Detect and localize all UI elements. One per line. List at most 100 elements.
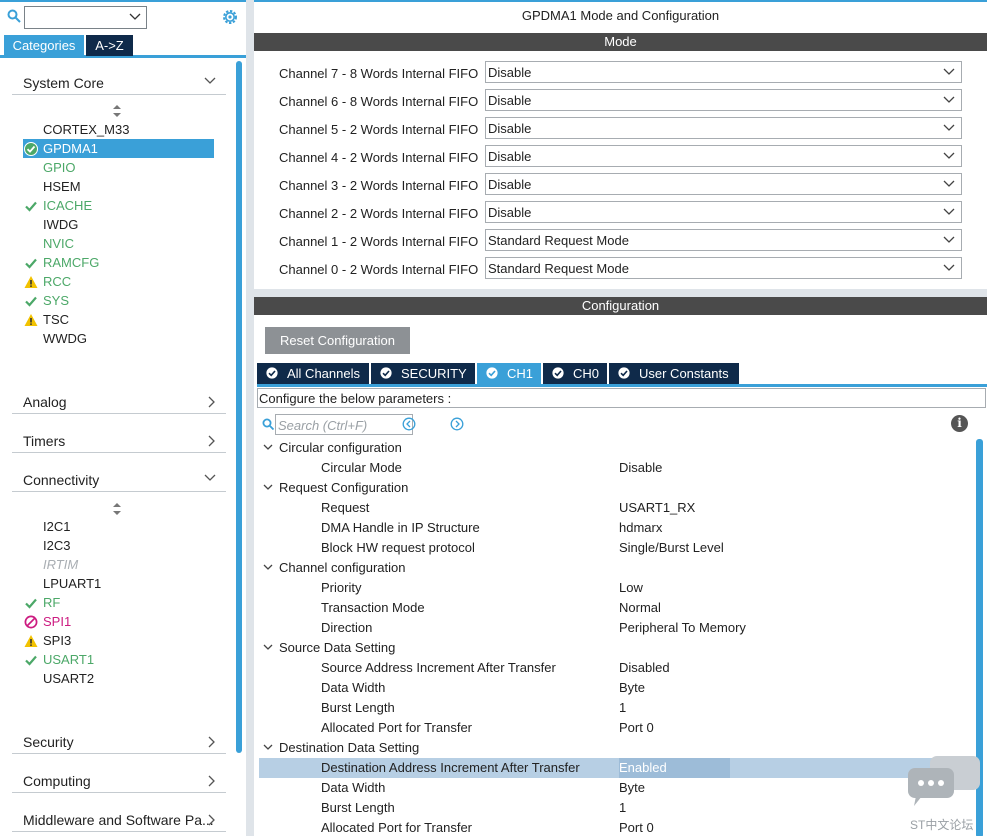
tree-item-spi3[interactable]: SPI3 bbox=[23, 631, 214, 650]
tab-ch0[interactable]: CH0 bbox=[543, 363, 607, 384]
tree-item-gpio[interactable]: GPIO bbox=[23, 158, 214, 177]
channel-mode-select[interactable]: Standard Request Mode bbox=[485, 229, 962, 251]
channel-mode-select[interactable]: Disable bbox=[485, 201, 962, 223]
tab-a-z[interactable]: A->Z bbox=[86, 35, 133, 56]
parameter-value[interactable]: Enabled bbox=[619, 758, 730, 778]
parameter-value[interactable]: Low bbox=[619, 578, 643, 598]
panel-splitter[interactable] bbox=[246, 0, 254, 836]
parameter-value[interactable]: 1 bbox=[619, 798, 626, 818]
tree-item-spi1[interactable]: SPI1 bbox=[23, 612, 214, 631]
parameter-row[interactable]: Allocated Port for Transfer Port 0 bbox=[259, 718, 976, 738]
category-middleware[interactable]: Middleware and Software Pa... bbox=[12, 804, 226, 832]
parameter-row[interactable]: Burst Length 1 bbox=[259, 698, 976, 718]
parameter-row[interactable]: Request USART1_RX bbox=[259, 498, 976, 518]
parameter-row[interactable]: Circular Mode Disable bbox=[259, 458, 976, 478]
tree-item-icache[interactable]: ICACHE bbox=[23, 196, 214, 215]
parameter-row[interactable]: Burst Length 1 bbox=[259, 798, 976, 818]
tree-item-lpuart1[interactable]: LPUART1 bbox=[23, 574, 214, 593]
parameter-row[interactable]: Block HW request protocol Single/Burst Le… bbox=[259, 538, 976, 558]
parameter-value[interactable]: Single/Burst Level bbox=[619, 538, 724, 558]
parameter-group[interactable]: Channel configuration bbox=[259, 558, 976, 578]
tree-item-i2c1[interactable]: I2C1 bbox=[23, 517, 214, 536]
category-security[interactable]: Security bbox=[12, 726, 226, 754]
sort-arrows-icon[interactable] bbox=[112, 105, 122, 117]
previous-match-icon[interactable] bbox=[402, 417, 416, 431]
section-splitter[interactable] bbox=[254, 289, 987, 297]
tree-item-iwdg[interactable]: IWDG bbox=[23, 215, 214, 234]
category-timers[interactable]: Timers bbox=[12, 425, 226, 453]
chevron-down-icon[interactable] bbox=[263, 564, 273, 571]
parameter-group[interactable]: Request Configuration bbox=[259, 478, 976, 498]
chevron-down-icon[interactable] bbox=[129, 12, 141, 22]
category-computing[interactable]: Computing bbox=[12, 765, 226, 793]
tree-item-tsc[interactable]: TSC bbox=[23, 310, 214, 329]
tab-security[interactable]: SECURITY bbox=[371, 363, 475, 384]
parameter-row[interactable]: Allocated Port for Transfer Port 0 bbox=[259, 818, 976, 836]
category-connectivity[interactable]: Connectivity bbox=[12, 464, 226, 492]
tree-item-hsem[interactable]: HSEM bbox=[23, 177, 214, 196]
tab-user-constants[interactable]: User Constants bbox=[609, 363, 739, 384]
parameter-row[interactable]: Transaction Mode Normal bbox=[259, 598, 976, 618]
tree-item-usart1[interactable]: USART1 bbox=[23, 650, 214, 669]
tree-item-ramcfg[interactable]: RAMCFG bbox=[23, 253, 214, 272]
reset-configuration-button[interactable]: Reset Configuration bbox=[265, 327, 410, 354]
tree-item-rf[interactable]: RF bbox=[23, 593, 214, 612]
parameter-group[interactable]: Source Data Setting bbox=[259, 638, 976, 658]
parameter-group[interactable]: Circular configuration bbox=[259, 438, 976, 458]
tab-label: CH1 bbox=[507, 366, 534, 381]
tree-item-cortex_m33[interactable]: CORTEX_M33 bbox=[23, 120, 214, 139]
tree-item-usart2[interactable]: USART2 bbox=[23, 669, 214, 688]
parameter-value[interactable]: Byte bbox=[619, 778, 645, 798]
parameter-search-input[interactable]: Search (Ctrl+F) bbox=[275, 414, 413, 435]
parameter-value[interactable]: Peripheral To Memory bbox=[619, 618, 746, 638]
parameter-value[interactable]: Byte bbox=[619, 678, 645, 698]
parameter-value[interactable]: Disabled bbox=[619, 658, 670, 678]
parameter-value[interactable]: Disable bbox=[619, 458, 662, 478]
channel-mode-select[interactable]: Standard Request Mode bbox=[485, 257, 962, 279]
parameter-value[interactable]: USART1_RX bbox=[619, 498, 695, 518]
tree-item-rcc[interactable]: RCC bbox=[23, 272, 214, 291]
category-system-core[interactable]: System Core bbox=[12, 67, 226, 95]
parameter-row[interactable]: Source Address Increment After Transfer D… bbox=[259, 658, 976, 678]
search-icon[interactable] bbox=[7, 9, 21, 23]
parameter-value[interactable]: Port 0 bbox=[619, 818, 654, 836]
tree-item-irtim[interactable]: IRTIM bbox=[23, 555, 214, 574]
parameter-row[interactable]: Destination Address Increment After Tran… bbox=[259, 758, 976, 778]
info-icon[interactable]: i bbox=[951, 415, 968, 432]
parameter-value[interactable]: Port 0 bbox=[619, 718, 654, 738]
parameter-row[interactable]: Data Width Byte bbox=[259, 678, 976, 698]
chevron-down-icon bbox=[943, 96, 955, 103]
tree-item-sys[interactable]: SYS bbox=[23, 291, 214, 310]
chevron-down-icon[interactable] bbox=[263, 444, 273, 451]
channel-row: Channel 4 - 2 Words Internal FIFO Disable bbox=[254, 145, 987, 169]
channel-mode-select[interactable]: Disable bbox=[485, 145, 962, 167]
parameter-value[interactable]: 1 bbox=[619, 698, 626, 718]
tree-item-gpdma1[interactable]: GPDMA1 bbox=[23, 139, 214, 158]
parameter-row[interactable]: Data Width Byte bbox=[259, 778, 976, 798]
channel-mode-select[interactable]: Disable bbox=[485, 173, 962, 195]
tab-all-channels[interactable]: All Channels bbox=[257, 363, 369, 384]
next-match-icon[interactable] bbox=[450, 417, 464, 431]
tree-item-wwdg[interactable]: WWDG bbox=[23, 329, 214, 348]
category-analog[interactable]: Analog bbox=[12, 386, 226, 414]
parameter-row[interactable]: Priority Low bbox=[259, 578, 976, 598]
tree-scrollbar[interactable] bbox=[236, 61, 242, 753]
gear-icon[interactable] bbox=[221, 8, 239, 26]
chevron-down-icon[interactable] bbox=[263, 484, 273, 491]
sort-arrows-icon[interactable] bbox=[112, 503, 122, 515]
tab-ch1[interactable]: CH1 bbox=[477, 363, 541, 384]
chevron-down-icon[interactable] bbox=[263, 744, 273, 751]
tree-item-nvic[interactable]: NVIC bbox=[23, 234, 214, 253]
parameter-value[interactable]: hdmarx bbox=[619, 518, 662, 538]
channel-mode-select[interactable]: Disable bbox=[485, 117, 962, 139]
channel-mode-select[interactable]: Disable bbox=[485, 61, 962, 83]
parameter-row[interactable]: Direction Peripheral To Memory bbox=[259, 618, 976, 638]
tab-categories[interactable]: Categories bbox=[4, 35, 84, 56]
search-combo[interactable] bbox=[24, 6, 147, 29]
parameter-row[interactable]: DMA Handle in IP Structure hdmarx bbox=[259, 518, 976, 538]
tree-item-i2c3[interactable]: I2C3 bbox=[23, 536, 214, 555]
parameter-value[interactable]: Normal bbox=[619, 598, 661, 618]
chevron-down-icon[interactable] bbox=[263, 644, 273, 651]
channel-mode-select[interactable]: Disable bbox=[485, 89, 962, 111]
parameter-group[interactable]: Destination Data Setting bbox=[259, 738, 976, 758]
